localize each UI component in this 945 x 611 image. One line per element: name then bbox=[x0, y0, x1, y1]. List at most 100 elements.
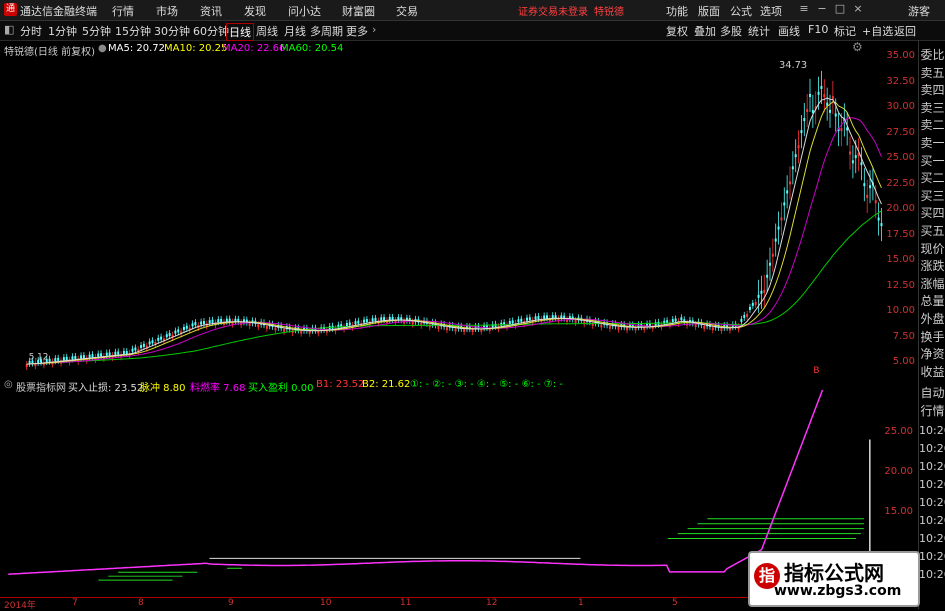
side-field-label[interactable]: 总量 bbox=[919, 292, 945, 310]
side-field-label[interactable]: 买三 bbox=[919, 187, 945, 205]
candle-body bbox=[365, 319, 368, 323]
side-field-label[interactable]: 收益 bbox=[919, 363, 945, 381]
period-more[interactable]: 更多 bbox=[344, 23, 370, 39]
side-field-label[interactable]: 现价 bbox=[919, 240, 945, 258]
app-logo-icon: 通 bbox=[4, 3, 17, 16]
side-field-label[interactable]: 外盘 bbox=[919, 310, 945, 328]
btn-draw[interactable]: 画线 bbox=[778, 23, 800, 39]
side-field-label[interactable]: 涨幅 bbox=[919, 275, 945, 293]
tick-time: 10:26 bbox=[919, 460, 945, 473]
candle-body bbox=[177, 329, 180, 333]
menu-market[interactable]: 市场 bbox=[156, 3, 178, 19]
candle-body bbox=[228, 318, 231, 322]
side-field-label[interactable]: 卖二 bbox=[919, 116, 945, 134]
candle-body bbox=[100, 353, 103, 357]
period-60min[interactable]: 60分钟 bbox=[191, 23, 231, 39]
candle-body bbox=[463, 328, 466, 333]
candle-body bbox=[265, 325, 268, 329]
menu-news[interactable]: 资讯 bbox=[200, 3, 222, 19]
menu-icon[interactable]: ≡ bbox=[797, 2, 811, 16]
btn-f10[interactable]: F10 bbox=[808, 23, 828, 36]
menu-wealth[interactable]: 财富圈 bbox=[342, 3, 375, 19]
candle-body bbox=[374, 317, 377, 321]
side-tab-label[interactable]: 自动 bbox=[919, 384, 945, 402]
candle-body bbox=[711, 327, 714, 331]
candle-body bbox=[823, 94, 826, 98]
date-tick: 12 bbox=[486, 598, 498, 608]
side-field-label[interactable]: 卖一 bbox=[919, 134, 945, 152]
candle-body bbox=[866, 194, 869, 198]
candle-body bbox=[211, 319, 214, 323]
period-multi[interactable]: 多周期 bbox=[308, 23, 345, 39]
candle-body bbox=[82, 355, 85, 359]
candle-body bbox=[780, 217, 783, 221]
date-tick: 5 bbox=[672, 598, 678, 608]
menu-quotes[interactable]: 行情 bbox=[112, 3, 134, 19]
menu-trade[interactable]: 交易 bbox=[396, 3, 418, 19]
panel-toggle-icon[interactable]: ◧ bbox=[2, 23, 16, 36]
menu-function[interactable]: 功能 bbox=[666, 3, 688, 19]
period-5min[interactable]: 5分钟 bbox=[80, 23, 113, 39]
btn-multi-stock[interactable]: 多股 bbox=[720, 23, 742, 39]
login-warning[interactable]: 证券交易未登录 bbox=[518, 3, 588, 18]
period-30min[interactable]: 30分钟 bbox=[152, 23, 192, 39]
period-monthly[interactable]: 月线 bbox=[282, 23, 308, 39]
side-tab-label[interactable]: 行情 bbox=[919, 402, 945, 420]
candle-body bbox=[754, 301, 757, 305]
settings-gear-icon[interactable]: ⚙ bbox=[852, 40, 863, 54]
candle-body bbox=[348, 322, 351, 326]
indicator-tick-label: 20.00 bbox=[884, 466, 913, 477]
candlestick-chart[interactable]: 34.73 5.12 B bbox=[0, 56, 915, 376]
price-tick-label: 22.50 bbox=[886, 177, 915, 189]
btn-adjust[interactable]: 复权 bbox=[666, 23, 688, 39]
side-field-label[interactable]: 换手 bbox=[919, 328, 945, 346]
candle-body bbox=[383, 317, 386, 321]
menu-options[interactable]: 选项 bbox=[760, 3, 782, 19]
btn-back[interactable]: 返回 bbox=[894, 23, 916, 39]
chevron-right-icon[interactable]: › bbox=[370, 23, 378, 36]
period-daily[interactable]: 日线 bbox=[226, 23, 254, 41]
menu-formula[interactable]: 公式 bbox=[730, 3, 752, 19]
candle-body bbox=[740, 318, 743, 322]
candle-body bbox=[411, 321, 414, 325]
side-field-label[interactable]: 涨跌 bbox=[919, 257, 945, 275]
candle-body bbox=[534, 316, 537, 320]
candle-body bbox=[194, 322, 197, 326]
candle-body bbox=[134, 347, 137, 351]
side-field-label[interactable]: 卖三 bbox=[919, 99, 945, 117]
side-field-label[interactable]: 净资 bbox=[919, 345, 945, 363]
btn-mark[interactable]: 标记 bbox=[834, 23, 856, 39]
side-field-label[interactable]: 买二 bbox=[919, 169, 945, 187]
period-tick[interactable]: 分时 bbox=[18, 23, 44, 39]
period-15min[interactable]: 15分钟 bbox=[113, 23, 153, 39]
close-icon[interactable]: × bbox=[851, 2, 865, 16]
candle-body bbox=[517, 319, 520, 323]
tick-time: 10:26 bbox=[919, 496, 945, 509]
btn-add-watch[interactable]: +自选 bbox=[862, 23, 893, 39]
candle-body bbox=[546, 315, 548, 319]
side-field-label[interactable]: 委比 bbox=[919, 46, 945, 64]
period-weekly[interactable]: 周线 bbox=[254, 23, 280, 39]
guest-label[interactable]: 游客 bbox=[908, 3, 930, 19]
btn-stats[interactable]: 统计 bbox=[748, 23, 770, 39]
menu-ask[interactable]: 问小达 bbox=[288, 3, 321, 19]
side-field-label[interactable]: 买四 bbox=[919, 204, 945, 222]
candle-body bbox=[508, 321, 511, 325]
price-tick-label: 7.50 bbox=[892, 330, 915, 342]
candle-body bbox=[168, 332, 171, 337]
btn-overlay[interactable]: 叠加 bbox=[694, 23, 716, 39]
minimize-icon[interactable]: − bbox=[815, 2, 829, 16]
side-field-label[interactable]: 买五 bbox=[919, 222, 945, 240]
side-field-label[interactable]: 买一 bbox=[919, 152, 945, 170]
period-1min[interactable]: 1分钟 bbox=[46, 23, 79, 39]
maximize-icon[interactable]: □ bbox=[833, 2, 847, 16]
candle-body bbox=[671, 319, 674, 323]
sub-settings-icon[interactable]: ◎ bbox=[4, 379, 13, 390]
side-field-label[interactable]: 卖四 bbox=[919, 81, 945, 99]
side-field-label[interactable]: 卖五 bbox=[919, 64, 945, 82]
menu-discover[interactable]: 发现 bbox=[244, 3, 266, 19]
candle-body bbox=[25, 364, 28, 368]
menu-layout[interactable]: 版面 bbox=[698, 3, 720, 19]
candle-body bbox=[626, 327, 629, 331]
candle-body bbox=[191, 323, 194, 327]
